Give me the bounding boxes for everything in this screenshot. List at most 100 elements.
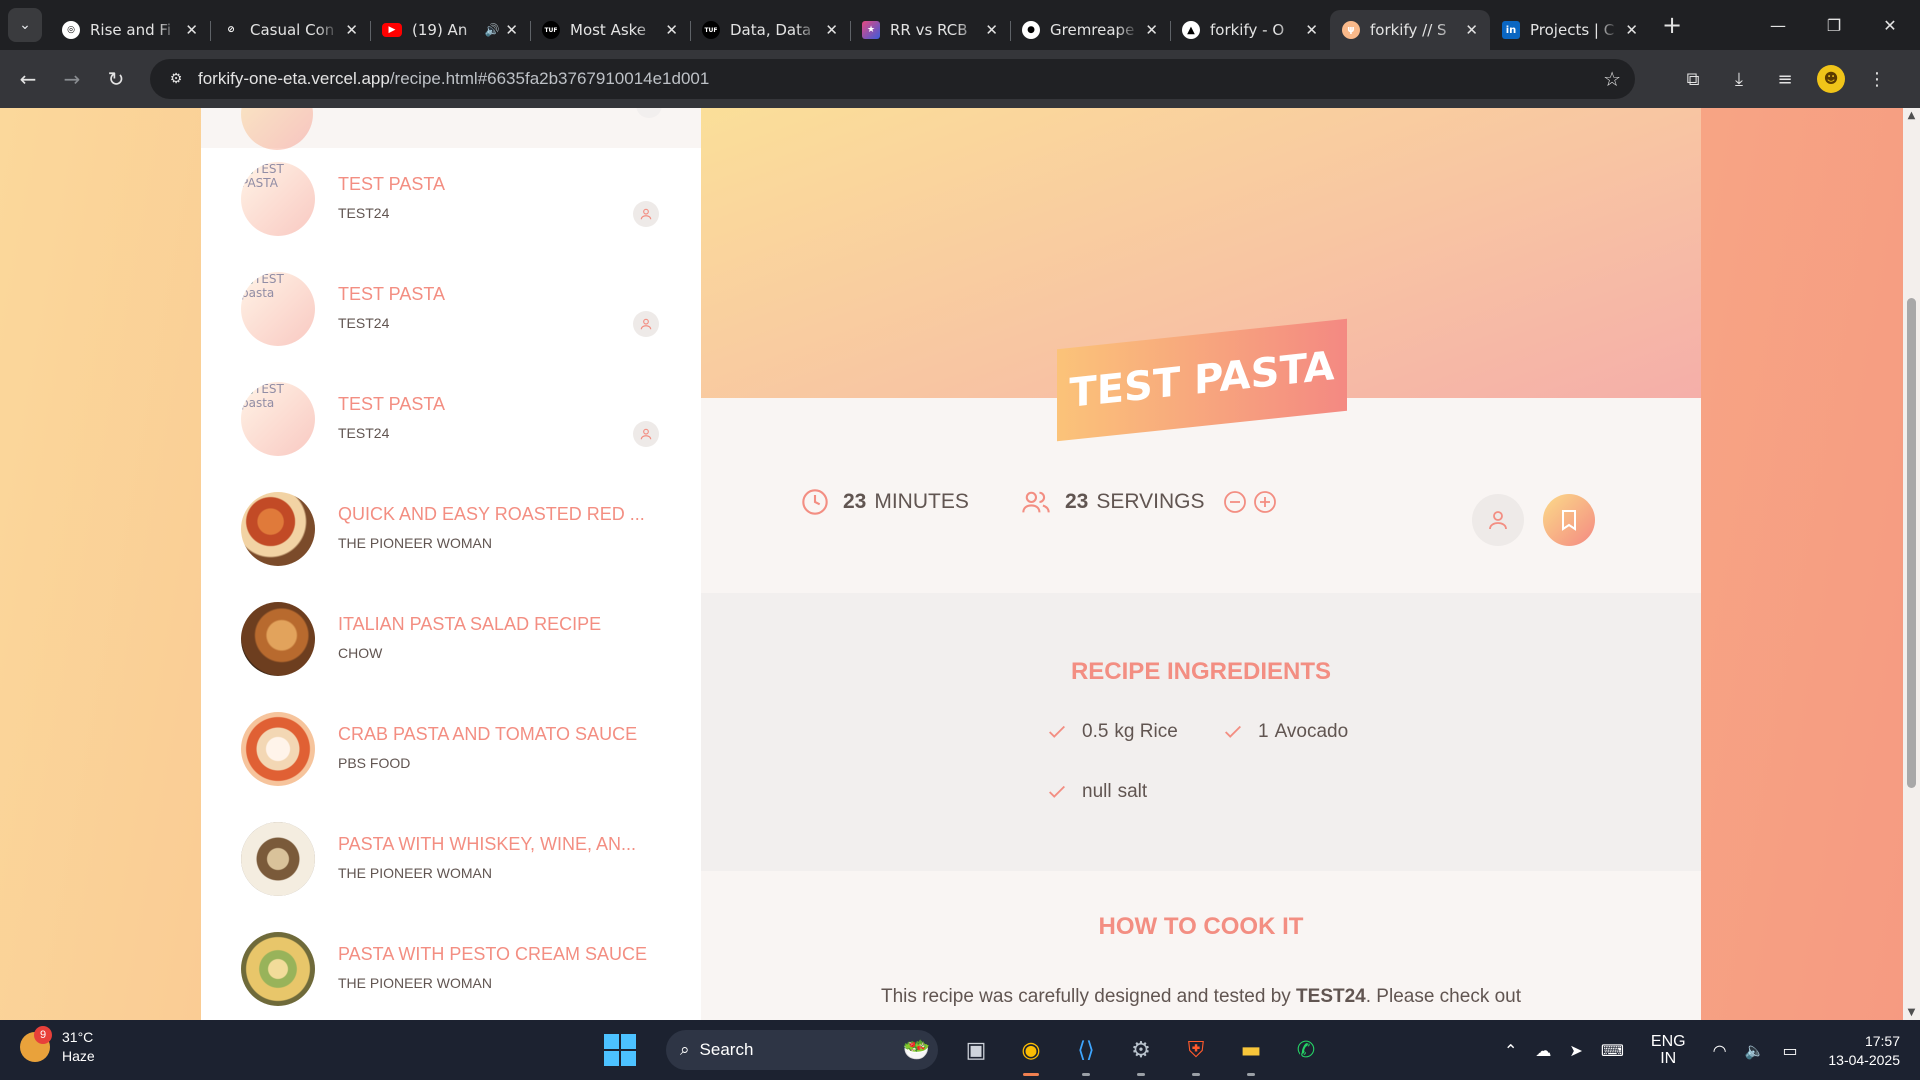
- bookmark-star-icon[interactable]: ☆: [1603, 67, 1621, 91]
- tab-title: Most Aske: [570, 21, 647, 39]
- browser-tab-active[interactable]: ψ forkify // S ✕: [1330, 10, 1490, 50]
- whatsapp-icon[interactable]: ✆: [1284, 1028, 1328, 1072]
- directions-text-start: This recipe was carefully designed and t…: [880, 986, 1291, 1007]
- tab-title: forkify - O: [1210, 21, 1285, 39]
- settings-icon[interactable]: ⚙: [1119, 1028, 1163, 1076]
- tab-title: Casual Con: [250, 21, 335, 39]
- browser-tab[interactable]: ◎ Rise and Fi ✕: [50, 10, 210, 50]
- weather-widget[interactable]: 9 31°C Haze: [20, 1026, 95, 1066]
- ingredient-description: salt: [1117, 781, 1148, 802]
- language-indicator[interactable]: ENG IN: [1642, 1033, 1695, 1067]
- task-view-icon[interactable]: ▣: [954, 1028, 998, 1072]
- close-tab-icon[interactable]: ✕: [825, 21, 838, 39]
- browser-tab[interactable]: TUF Most Aske ✕: [530, 10, 690, 50]
- file-explorer-icon[interactable]: ▬: [1229, 1028, 1273, 1076]
- browser-tab[interactable]: ⊘ Casual Con ✕: [210, 10, 370, 50]
- clock-icon: [802, 489, 828, 515]
- site-info-icon[interactable]: ⚙: [162, 71, 190, 87]
- reload-icon[interactable]: ↻: [94, 59, 138, 99]
- tab-title: Gremreape: [1050, 21, 1135, 39]
- close-tab-icon[interactable]: ✕: [665, 21, 678, 39]
- downloads-icon[interactable]: ⤓: [1716, 69, 1762, 90]
- bookmark-button[interactable]: [1543, 494, 1595, 546]
- tab-search-button[interactable]: ⌄: [8, 8, 42, 42]
- audio-playing-icon[interactable]: 🔊: [484, 23, 499, 37]
- scrollbar-thumb[interactable]: [1907, 298, 1916, 788]
- browser-tab[interactable]: in Projects | C ✕: [1490, 10, 1650, 50]
- battery-icon[interactable]: ▭: [1782, 1041, 1797, 1060]
- browser-tab-strip: ⌄ ◎ Rise and Fi ✕ ⊘ Casual Con ✕ ▶ (19) …: [0, 0, 1920, 50]
- result-title: TEST PASTA: [338, 284, 446, 304]
- result-publisher: THE PIONEER WOMAN: [338, 535, 493, 551]
- scroll-up-arrow-icon[interactable]: ▲: [1906, 110, 1917, 121]
- restore-icon[interactable]: ❐: [1806, 16, 1862, 35]
- close-tab-icon[interactable]: ✕: [1305, 21, 1318, 39]
- extensions-icon[interactable]: ⧉: [1670, 69, 1716, 90]
- new-tab-button[interactable]: +: [1662, 11, 1682, 39]
- vscode-icon[interactable]: ⟨⟩: [1064, 1028, 1108, 1076]
- page-background: TEST PASTA TEST PASTA TEST24 TEST pasta …: [0, 108, 1920, 1020]
- result-publisher: TEST24: [338, 425, 390, 441]
- result-item[interactable]: TEST PASTA TEST PASTA TEST24: [201, 144, 701, 254]
- address-bar[interactable]: ⚙ forkify-one-eta.vercel.app/recipe.html…: [150, 59, 1635, 99]
- user-generated-icon: [633, 311, 659, 337]
- close-window-icon[interactable]: ✕: [1862, 16, 1918, 35]
- menu-icon[interactable]: ⋮: [1854, 69, 1900, 90]
- list-item-partial[interactable]: [201, 108, 701, 150]
- search-highlight-icon: 🥗: [902, 1037, 930, 1062]
- result-item[interactable]: CRAB PASTA AND TOMATO SAUCE PBS FOOD: [201, 694, 701, 804]
- close-tab-icon[interactable]: ✕: [1625, 21, 1638, 39]
- tab-title: (19) An: [412, 21, 468, 39]
- onedrive-icon[interactable]: ☁: [1535, 1041, 1551, 1060]
- url-path: /recipe.html#6635fa2b3767910014e1d001: [389, 69, 710, 88]
- volume-icon[interactable]: 🔈: [1745, 1041, 1765, 1060]
- result-item[interactable]: ITALIAN PASTA SALAD RECIPE CHOW: [201, 584, 701, 694]
- close-tab-icon[interactable]: ✕: [1145, 21, 1158, 39]
- result-item[interactable]: PASTA WITH PESTO CREAM SAUCE THE PIONEER…: [201, 914, 701, 1020]
- region-code: IN: [1660, 1050, 1677, 1067]
- browser-tab[interactable]: ▲ forkify - O ✕: [1170, 10, 1330, 50]
- tab-list: ◎ Rise and Fi ✕ ⊘ Casual Con ✕ ▶ (19) An…: [50, 0, 1682, 50]
- minimize-icon[interactable]: —: [1750, 16, 1806, 35]
- weather-icon: 9: [20, 1026, 52, 1062]
- start-windows-icon[interactable]: [604, 1034, 636, 1066]
- taskbar-search[interactable]: ⌕ Search 🥗: [666, 1030, 938, 1070]
- user-generated-icon: [633, 421, 659, 447]
- url-text[interactable]: forkify-one-eta.vercel.app/recipe.html#6…: [198, 69, 709, 89]
- browser-tab[interactable]: TUF Data, Data ✕: [690, 10, 850, 50]
- back-icon[interactable]: ←: [6, 59, 50, 99]
- recipe-directions: HOW TO COOK IT This recipe was carefully…: [701, 871, 1701, 1020]
- scroll-down-arrow-icon[interactable]: ▼: [1906, 1007, 1917, 1018]
- brave-icon[interactable]: ⛨: [1174, 1028, 1218, 1076]
- close-tab-icon[interactable]: ✕: [505, 21, 518, 39]
- close-tab-icon[interactable]: ✕: [1465, 21, 1478, 39]
- close-tab-icon[interactable]: ✕: [345, 21, 358, 39]
- result-item[interactable]: PASTA WITH WHISKEY, WINE, AN... THE PION…: [201, 804, 701, 914]
- media-control-icon[interactable]: ≡: [1762, 69, 1808, 90]
- result-publisher: TEST24: [338, 205, 390, 221]
- forward-icon[interactable]: →: [50, 59, 94, 99]
- check-icon: [1049, 785, 1065, 798]
- result-item[interactable]: QUICK AND EASY ROASTED RED ... THE PIONE…: [201, 474, 701, 584]
- bookmark-icon: [1562, 510, 1576, 531]
- chrome-icon[interactable]: ◉: [1009, 1028, 1053, 1076]
- browser-tab[interactable]: ● Gremreape ✕: [1010, 10, 1170, 50]
- result-item[interactable]: TEST pasta TEST PASTA TEST24: [201, 364, 701, 474]
- close-tab-icon[interactable]: ✕: [985, 21, 998, 39]
- clock[interactable]: 17:57 13-04-2025: [1810, 1032, 1900, 1070]
- openai-icon: ◎: [62, 21, 80, 39]
- browser-tab[interactable]: ▶ (19) An 🔊 ✕: [370, 10, 530, 50]
- page-scrollbar[interactable]: ▲ ▼: [1903, 108, 1920, 1020]
- increase-servings-icon[interactable]: [1253, 490, 1277, 514]
- vercel-icon: ▲: [1182, 21, 1200, 39]
- wifi-icon[interactable]: ◠: [1713, 1041, 1727, 1060]
- keyboard-icon[interactable]: ⌨: [1601, 1041, 1624, 1060]
- result-image: TEST pasta: [241, 272, 315, 346]
- result-item[interactable]: TEST pasta TEST PASTA TEST24: [201, 254, 701, 364]
- profile-avatar[interactable]: ☻: [1817, 65, 1845, 93]
- location-icon[interactable]: ➤: [1569, 1041, 1582, 1060]
- show-hidden-icons-icon[interactable]: ⌃: [1504, 1041, 1517, 1060]
- close-tab-icon[interactable]: ✕: [185, 21, 198, 39]
- decrease-servings-icon[interactable]: [1223, 490, 1247, 514]
- browser-tab[interactable]: ★ RR vs RCB ✕: [850, 10, 1010, 50]
